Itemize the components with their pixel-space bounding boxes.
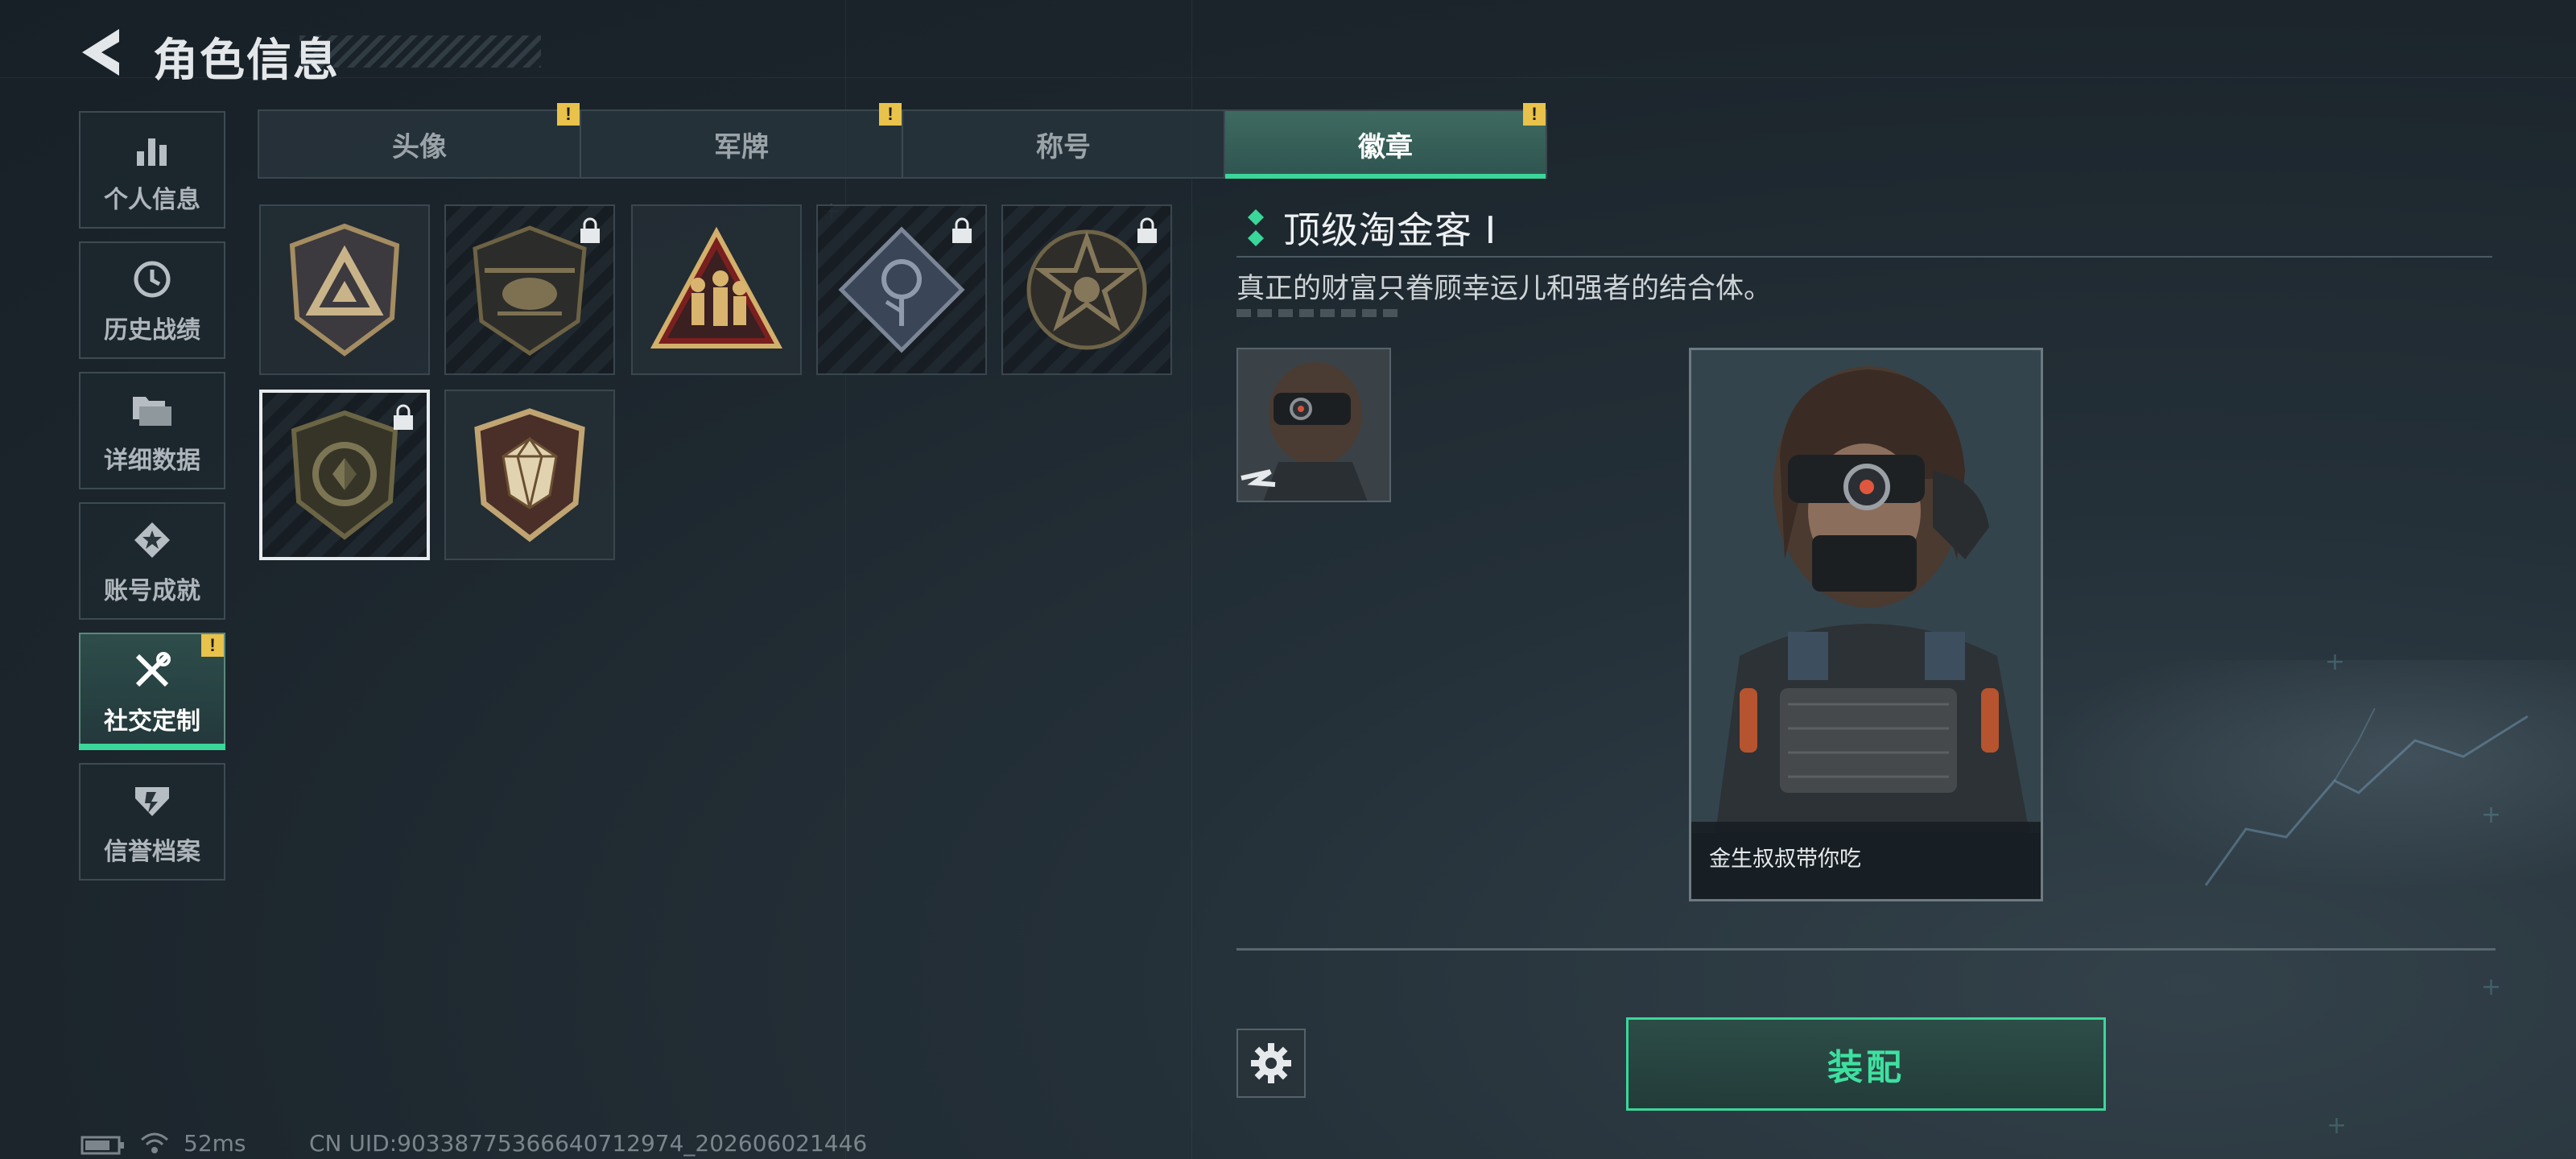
uid-text: CN UID:90338775366640712974_202606021446 <box>309 1130 868 1157</box>
alert-badge: ! <box>557 103 580 126</box>
bg-plus-icon: + <box>2326 1112 2347 1140</box>
helicopter-badge <box>473 225 587 357</box>
character-portrait <box>1238 349 1389 501</box>
sidebar-item-social-custom[interactable]: 社交定制 ! <box>79 633 225 750</box>
bg-lightning <box>2204 707 2529 886</box>
star-skull-badge <box>1026 229 1147 350</box>
badge-description: 真正的财富只眷顾幸运儿和强者的结合体。 <box>1236 273 1773 305</box>
gem-shield-badge <box>474 408 585 542</box>
alert-badge: ! <box>1523 103 1546 126</box>
tab-label: 称号 <box>1036 130 1091 163</box>
soldiers-triangle-badge <box>650 226 783 349</box>
character-card: 金生叔叔带你吃 <box>1689 348 2043 901</box>
decorative-line <box>1236 309 1397 317</box>
back-button[interactable] <box>77 24 129 80</box>
tab-dog-tag[interactable]: 军牌 ! <box>581 103 903 177</box>
tab-badge[interactable]: 徽章 ! <box>1225 103 1546 179</box>
badge-tile[interactable] <box>444 390 615 560</box>
alert-badge: ! <box>879 103 902 126</box>
lock-icon <box>394 404 413 430</box>
achievement-star-icon <box>128 516 176 564</box>
lock-icon <box>952 217 972 243</box>
ping-text: 52ms <box>184 1130 246 1157</box>
sidebar-item-label: 账号成就 <box>104 577 200 605</box>
sidebar-item-history[interactable]: 历史战绩 <box>79 241 225 359</box>
tab-label: 头像 <box>392 130 447 163</box>
title-marker-icon <box>1248 209 1264 246</box>
badge-tile-selected[interactable] <box>259 390 430 560</box>
badge-title: 顶级淘金客 Ⅰ <box>1283 208 1497 252</box>
sidebar-item-personal-info[interactable]: 个人信息 <box>79 111 225 229</box>
lock-icon <box>580 217 600 243</box>
equip-button[interactable]: 装配 <box>1626 1017 2106 1111</box>
bg-grid-line <box>0 77 2576 78</box>
circle-shield-badge <box>291 410 398 540</box>
sidebar-item-label: 历史战绩 <box>104 316 200 344</box>
badge-tile[interactable] <box>631 204 802 375</box>
back-arrow-icon <box>82 29 119 76</box>
alert-badge: ! <box>201 634 224 657</box>
triangle-shield-badge <box>289 223 400 357</box>
sidebar-item-label: 个人信息 <box>104 186 200 214</box>
sidebar-item-credit-record[interactable]: 信誉档案 <box>79 763 225 881</box>
badge-tile[interactable] <box>1001 204 1172 375</box>
avatar-thumbnail[interactable] <box>1236 348 1391 502</box>
card-caption: 金生叔叔带你吃 <box>1691 822 2041 899</box>
bg-plus-icon: + <box>2481 973 2502 1001</box>
sidebar-item-detailed-data[interactable]: 详细数据 <box>79 372 225 489</box>
tab-title[interactable]: 称号 <box>903 111 1225 177</box>
badge-tile[interactable] <box>259 204 430 375</box>
sidebar-item-label: 社交定制 <box>104 707 200 736</box>
battery-icon <box>80 1136 124 1155</box>
sidebar-item-label: 详细数据 <box>104 447 200 475</box>
character-illustration <box>1691 350 2041 833</box>
wifi-icon <box>141 1132 168 1153</box>
tab-label: 徽章 <box>1358 130 1413 163</box>
page-title: 角色信息 <box>153 35 340 87</box>
badge-tile[interactable] <box>444 204 615 375</box>
lock-icon <box>1137 217 1157 243</box>
tab-label: 军牌 <box>714 130 769 163</box>
gear-icon <box>1251 1043 1291 1083</box>
badge-tile[interactable] <box>816 204 987 375</box>
tab-bar: 头像 ! 军牌 ! 称号 徽章 ! <box>258 103 1547 179</box>
sidebar-item-achievements[interactable]: 账号成就 <box>79 502 225 620</box>
divider <box>1236 256 2492 258</box>
tools-icon <box>128 646 176 695</box>
sidebar-item-label: 信誉档案 <box>104 838 200 866</box>
tab-avatar[interactable]: 头像 ! <box>259 103 581 177</box>
history-clock-icon <box>128 255 176 303</box>
credit-shield-icon <box>128 777 176 825</box>
bar-chart-icon <box>128 125 176 173</box>
divider <box>1236 948 2496 951</box>
folder-icon <box>128 386 176 434</box>
settings-button[interactable] <box>1236 1029 1306 1098</box>
